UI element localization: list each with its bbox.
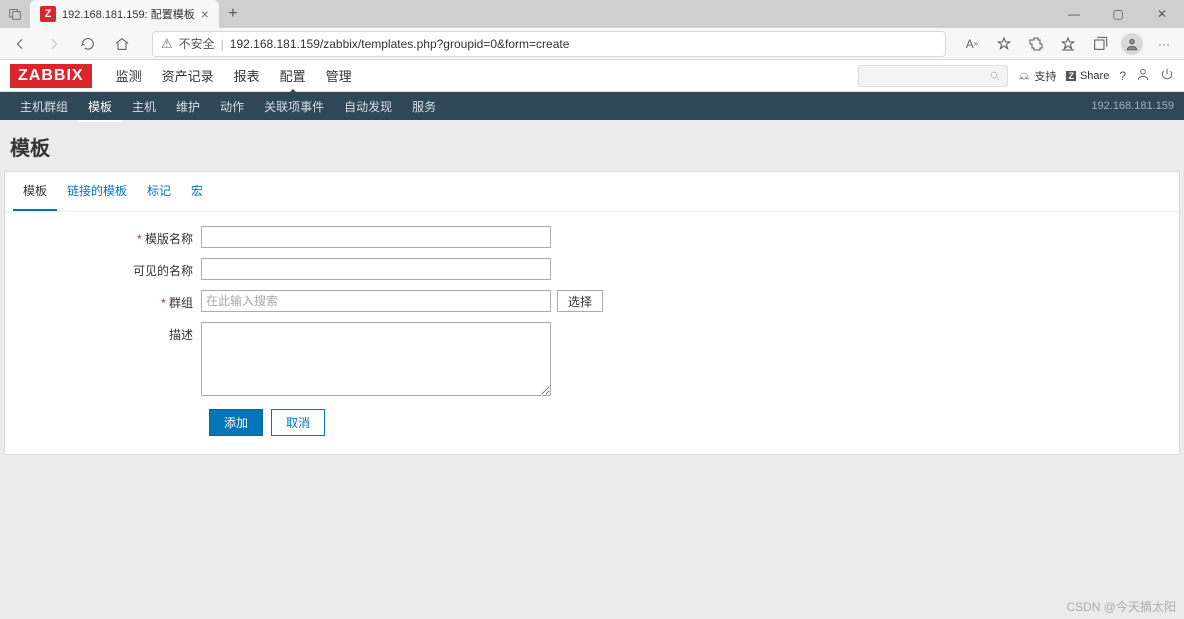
zabbix-favicon: Z bbox=[40, 6, 56, 22]
extension-icon[interactable] bbox=[1022, 30, 1050, 58]
back-button[interactable] bbox=[6, 30, 34, 58]
subnav-actions[interactable]: 动作 bbox=[210, 91, 254, 122]
template-form: 模版名称 可见的名称 群组 选择 描述 添加 取消 bbox=[5, 212, 1179, 454]
more-icon[interactable]: ··· bbox=[1150, 30, 1178, 58]
share-link[interactable]: ZShare bbox=[1066, 70, 1109, 82]
profile-avatar[interactable] bbox=[1118, 30, 1146, 58]
tab-macros[interactable]: 宏 bbox=[181, 172, 213, 211]
server-ip: 192.168.181.159 bbox=[1091, 100, 1174, 112]
main-nav: 监测 资产记录 报表 配置 管理 bbox=[106, 58, 362, 93]
visible-name-label: 可见的名称 bbox=[13, 258, 201, 279]
window-close[interactable]: ✕ bbox=[1140, 0, 1184, 28]
tab-title: 192.168.181.159: 配置模板 bbox=[62, 6, 195, 22]
groups-label: 群组 bbox=[13, 290, 201, 311]
description-textarea[interactable] bbox=[201, 322, 551, 396]
page-title: 模板 bbox=[0, 120, 1184, 171]
separator: | bbox=[221, 37, 224, 51]
nav-monitoring[interactable]: 监测 bbox=[106, 58, 152, 93]
sub-nav: 主机群组 模板 主机 维护 动作 关联项事件 自动发现 服务 192.168.1… bbox=[0, 92, 1184, 120]
tab-tags[interactable]: 标记 bbox=[137, 172, 181, 211]
cancel-button[interactable]: 取消 bbox=[271, 409, 325, 436]
insecure-label: 不安全 bbox=[179, 35, 215, 52]
subnav-templates[interactable]: 模板 bbox=[78, 91, 122, 122]
zabbix-logo[interactable]: ZABBIX bbox=[10, 64, 92, 88]
template-name-input[interactable] bbox=[201, 226, 551, 248]
window-controls: — ▢ ✕ bbox=[1052, 0, 1184, 28]
subnav-maintenance[interactable]: 维护 bbox=[166, 91, 210, 122]
window-maximize[interactable]: ▢ bbox=[1096, 0, 1140, 28]
tab-template[interactable]: 模板 bbox=[13, 172, 57, 211]
subnav-discovery[interactable]: 自动发现 bbox=[334, 91, 402, 122]
visible-name-input[interactable] bbox=[201, 258, 551, 280]
refresh-button[interactable] bbox=[74, 30, 102, 58]
tab-strip: Z 192.168.181.159: 配置模板 × + — ▢ ✕ bbox=[0, 0, 1184, 28]
power-icon[interactable] bbox=[1160, 67, 1174, 84]
window-minimize[interactable]: — bbox=[1052, 0, 1096, 28]
nav-configuration[interactable]: 配置 bbox=[270, 58, 316, 93]
subnav-services[interactable]: 服务 bbox=[402, 91, 446, 122]
favorite-icon[interactable] bbox=[990, 30, 1018, 58]
subnav-correlation[interactable]: 关联项事件 bbox=[254, 91, 334, 122]
new-tab-button[interactable]: + bbox=[219, 5, 247, 23]
help-icon[interactable]: ? bbox=[1119, 69, 1126, 83]
nav-administration[interactable]: 管理 bbox=[316, 58, 362, 93]
nav-reports[interactable]: 报表 bbox=[224, 58, 270, 93]
content: 模板 模板 链接的模板 标记 宏 模版名称 可见的名称 群组 选择 bbox=[0, 120, 1184, 455]
tab-linked-templates[interactable]: 链接的模板 bbox=[57, 172, 137, 211]
address-bar[interactable]: ⚠ 不安全 | 192.168.181.159/zabbix/templates… bbox=[152, 31, 946, 57]
user-icon[interactable] bbox=[1136, 67, 1150, 84]
forward-button[interactable] bbox=[40, 30, 68, 58]
nav-inventory[interactable]: 资产记录 bbox=[152, 58, 224, 93]
subnav-hosts[interactable]: 主机 bbox=[122, 91, 166, 122]
favorites-bar-icon[interactable] bbox=[1054, 30, 1082, 58]
support-link[interactable]: 支持 bbox=[1018, 68, 1056, 84]
watermark: CSDN @今天摘太阳 bbox=[1066, 598, 1176, 615]
header-search[interactable] bbox=[858, 65, 1008, 87]
browser-chrome: Z 192.168.181.159: 配置模板 × + — ▢ ✕ ⚠ 不安全 … bbox=[0, 0, 1184, 60]
read-aloud-icon[interactable]: A» bbox=[958, 30, 986, 58]
zabbix-header: ZABBIX 监测 资产记录 报表 配置 管理 支持 ZShare ? bbox=[0, 60, 1184, 92]
form-tabs: 模板 链接的模板 标记 宏 bbox=[5, 172, 1179, 212]
close-icon[interactable]: × bbox=[201, 6, 209, 22]
insecure-icon: ⚠ bbox=[161, 36, 173, 52]
url-text: 192.168.181.159/zabbix/templates.php?gro… bbox=[230, 37, 937, 51]
tab-panel: 模板 链接的模板 标记 宏 模版名称 可见的名称 群组 选择 描述 bbox=[4, 171, 1180, 455]
browser-tab[interactable]: Z 192.168.181.159: 配置模板 × bbox=[30, 0, 219, 28]
groups-select-button[interactable]: 选择 bbox=[557, 290, 603, 312]
groups-input[interactable] bbox=[201, 290, 551, 312]
submit-button[interactable]: 添加 bbox=[209, 409, 263, 436]
collections-icon[interactable] bbox=[1086, 30, 1114, 58]
description-label: 描述 bbox=[13, 322, 201, 343]
subnav-hostgroups[interactable]: 主机群组 bbox=[10, 91, 78, 122]
home-button[interactable] bbox=[108, 30, 136, 58]
template-name-label: 模版名称 bbox=[13, 226, 201, 247]
browser-toolbar: ⚠ 不安全 | 192.168.181.159/zabbix/templates… bbox=[0, 28, 1184, 60]
tab-actions-icon[interactable] bbox=[0, 0, 30, 28]
